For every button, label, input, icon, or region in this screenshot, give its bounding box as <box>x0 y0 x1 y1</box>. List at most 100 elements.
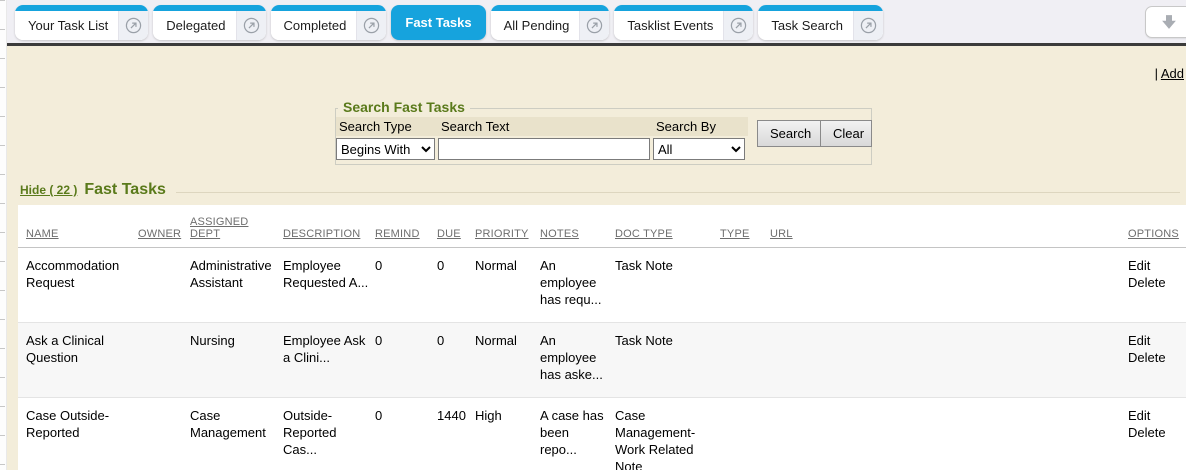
open-in-window-button[interactable] <box>853 11 883 40</box>
cell-due: 0 <box>437 322 475 397</box>
add-toolbar: | Add <box>1155 66 1184 81</box>
delete-link[interactable]: Delete <box>1128 349 1180 366</box>
table-row: Case Outside-Reported Case Management Ou… <box>18 397 1186 470</box>
tab-label: Task Search <box>758 18 853 33</box>
col-header-name[interactable]: NAME <box>18 205 138 247</box>
col-header-remind[interactable]: REMIND <box>375 205 437 247</box>
table-row: Accommodation Request Administrative Ass… <box>18 247 1186 322</box>
tab-label: Your Task List <box>15 18 118 33</box>
cell-type <box>720 322 770 397</box>
cell-notes: A case has been repo... <box>540 397 615 470</box>
search-text-input[interactable] <box>438 138 650 160</box>
edit-link[interactable]: Edit <box>1128 407 1180 424</box>
external-link-icon <box>730 17 747 34</box>
external-link-icon <box>125 17 142 34</box>
separator: | <box>1155 66 1158 81</box>
cell-due: 1440 <box>437 397 475 470</box>
col-header-type[interactable]: TYPE <box>720 205 770 247</box>
fast-tasks-table: NAME OWNER ASSIGNED DEPT DESCRIPTION REM… <box>18 205 1186 470</box>
col-header-doc-type[interactable]: DOC TYPE <box>615 205 720 247</box>
tab-delegated[interactable]: Delegated <box>153 5 265 40</box>
cell-name: Ask a Clinical Question <box>18 322 138 397</box>
tab-label: Completed <box>271 18 357 33</box>
external-link-icon <box>243 17 260 34</box>
cell-url <box>770 247 1128 322</box>
search-button[interactable]: Search <box>757 120 820 147</box>
cell-notes: An employee has requ... <box>540 247 615 322</box>
edit-link[interactable]: Edit <box>1128 332 1180 349</box>
search-control-row: Begins With All <box>336 136 748 160</box>
col-header-notes[interactable]: NOTES <box>540 205 615 247</box>
clear-button[interactable]: Clear <box>820 120 872 147</box>
tab-your-task-list[interactable]: Your Task List <box>15 5 148 40</box>
search-type-label: Search Type <box>336 117 438 136</box>
search-fast-tasks-panel: Search Fast Tasks Search Type Search Tex… <box>335 108 872 165</box>
cell-priority: High <box>475 397 540 470</box>
cell-name: Case Outside-Reported <box>18 397 138 470</box>
col-header-url[interactable]: URL <box>770 205 1128 247</box>
open-in-window-button[interactable] <box>723 11 753 40</box>
cell-doc-type: Task Note <box>615 247 720 322</box>
cell-owner <box>138 397 190 470</box>
hide-count-link[interactable]: Hide ( 22 ) <box>20 183 77 197</box>
col-header-priority[interactable]: PRIORITY <box>475 205 540 247</box>
edit-link[interactable]: Edit <box>1128 257 1180 274</box>
col-header-options[interactable]: OPTIONS <box>1128 205 1186 247</box>
cell-doc-type: Task Note <box>615 322 720 397</box>
external-link-icon <box>586 17 603 34</box>
tab-fast-tasks[interactable]: Fast Tasks <box>391 5 485 40</box>
tab-label: Delegated <box>153 18 235 33</box>
search-by-label: Search By <box>653 117 748 136</box>
cell-type <box>720 397 770 470</box>
search-text-label: Search Text <box>438 117 653 136</box>
fast-tasks-title: Fast Tasks <box>84 181 166 199</box>
cell-owner <box>138 247 190 322</box>
content-area: | Add Search Fast Tasks Search Type Sear… <box>7 46 1186 470</box>
open-in-window-button[interactable] <box>118 11 148 40</box>
cell-options: Edit Delete <box>1128 322 1186 397</box>
cell-remind: 0 <box>375 397 437 470</box>
tab-label: Tasklist Events <box>614 18 723 33</box>
table-header-row: NAME OWNER ASSIGNED DEPT DESCRIPTION REM… <box>18 205 1186 247</box>
tab-label: All Pending <box>491 18 580 33</box>
cell-assigned-dept: Administrative Assistant <box>190 247 283 322</box>
open-in-window-button[interactable] <box>579 11 609 40</box>
cell-options: Edit Delete <box>1128 397 1186 470</box>
cell-description: Outside-Reported Cas... <box>283 397 375 470</box>
col-header-owner[interactable]: OWNER <box>138 205 190 247</box>
open-in-window-button[interactable] <box>356 11 386 40</box>
external-link-icon <box>860 17 877 34</box>
screen: Your Task List Delegated Completed <box>0 0 1186 470</box>
search-type-select[interactable]: Begins With <box>336 138 435 160</box>
cell-name: Accommodation Request <box>18 247 138 322</box>
delete-link[interactable]: Delete <box>1128 424 1180 441</box>
cell-remind: 0 <box>375 322 437 397</box>
search-by-select[interactable]: All <box>653 138 745 160</box>
cell-assigned-dept: Nursing <box>190 322 283 397</box>
tab-completed[interactable]: Completed <box>271 5 387 40</box>
search-label-row: Search Type Search Text Search By <box>336 117 748 136</box>
cell-type <box>720 247 770 322</box>
tab-all-pending[interactable]: All Pending <box>491 5 610 40</box>
col-header-due[interactable]: DUE <box>437 205 475 247</box>
delete-link[interactable]: Delete <box>1128 274 1180 291</box>
external-link-icon <box>363 17 380 34</box>
tab-task-search[interactable]: Task Search <box>758 5 883 40</box>
cell-priority: Normal <box>475 247 540 322</box>
open-in-window-button[interactable] <box>236 11 266 40</box>
cell-description: Employee Ask a Clini... <box>283 322 375 397</box>
cell-url <box>770 322 1128 397</box>
tab-scroll-down-button[interactable] <box>1145 6 1186 38</box>
tab-tasklist-events[interactable]: Tasklist Events <box>614 5 753 40</box>
cell-priority: Normal <box>475 322 540 397</box>
cell-url <box>770 397 1128 470</box>
cell-due: 0 <box>437 247 475 322</box>
cell-doc-type: Case Management-Work Related Note <box>615 397 720 470</box>
col-header-description[interactable]: DESCRIPTION <box>283 205 375 247</box>
add-link[interactable]: Add <box>1161 66 1184 81</box>
cell-assigned-dept: Case Management <box>190 397 283 470</box>
search-panel-title: Search Fast Tasks <box>338 99 470 115</box>
fast-tasks-list-header: Hide ( 22 ) Fast Tasks <box>20 181 1186 199</box>
col-header-assigned-dept[interactable]: ASSIGNED DEPT <box>190 205 283 247</box>
arrow-down-icon <box>1159 12 1179 32</box>
